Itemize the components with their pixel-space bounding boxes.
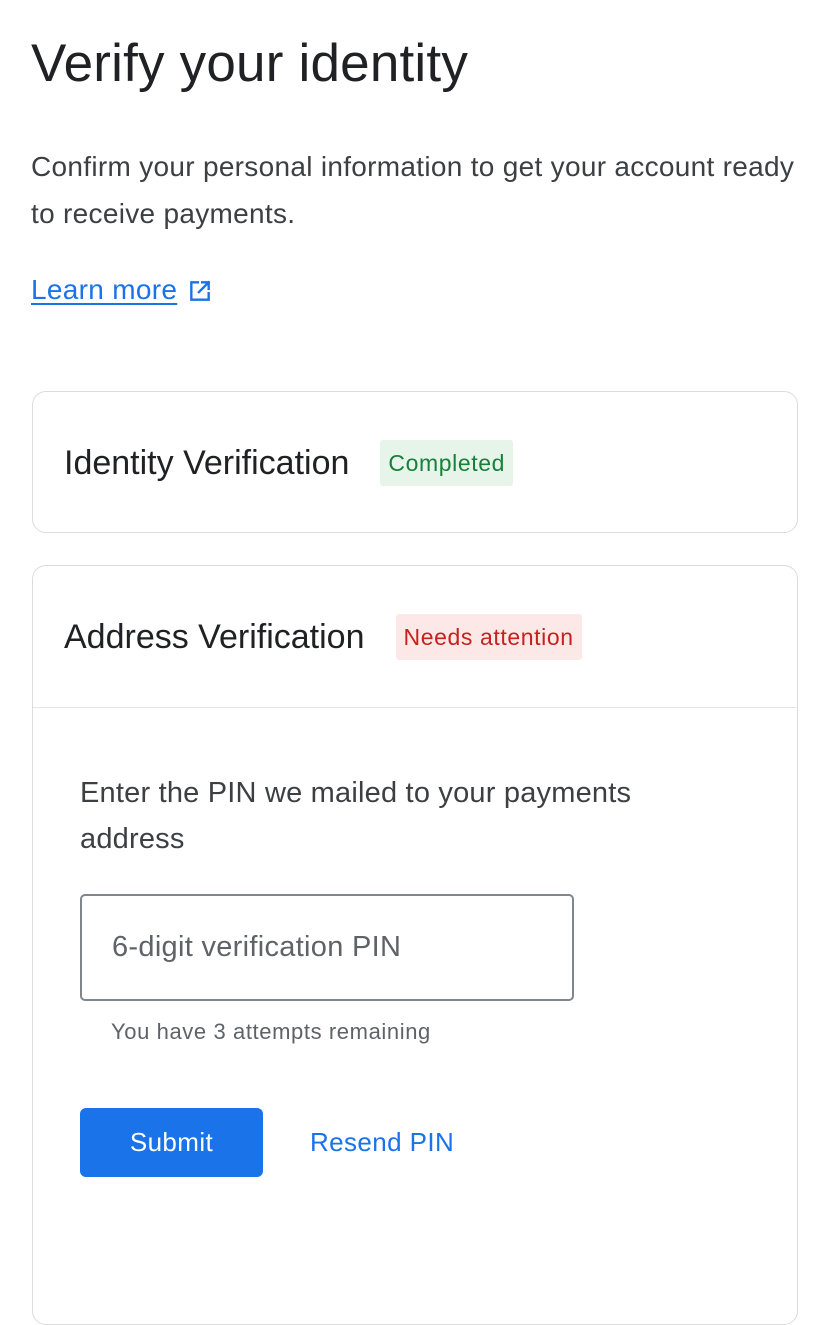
attempts-remaining-text: You have 3 attempts remaining [111, 1019, 431, 1044]
page-subtitle: Confirm your personal information to get… [31, 151, 795, 229]
address-verification-card: Address Verification Needs attention Ent… [32, 565, 798, 1325]
resend-pin-button[interactable]: Resend PIN [310, 1108, 454, 1177]
submit-button[interactable]: Submit [80, 1108, 263, 1177]
learn-more-link[interactable]: Learn more [31, 268, 213, 312]
external-link-icon [187, 278, 213, 304]
learn-more-label: Learn more [31, 274, 178, 305]
identity-status-badge: Completed [380, 440, 514, 486]
identity-verification-header: Identity Verification Completed [33, 392, 797, 534]
address-verification-header: Address Verification Needs attention [33, 566, 797, 708]
page-title: Verify your identity [31, 34, 469, 93]
identity-verification-card: Identity Verification Completed [32, 391, 798, 533]
pin-input[interactable] [80, 894, 574, 1001]
verify-identity-page: Verify your identity Confirm your person… [0, 0, 831, 1325]
address-verification-title: Address Verification [64, 617, 365, 656]
pin-prompt: Enter the PIN we mailed to your payments… [80, 777, 632, 855]
address-status-badge: Needs attention [395, 613, 582, 660]
identity-verification-title: Identity Verification [64, 444, 350, 482]
pin-actions: Submit Resend PIN [80, 1108, 454, 1177]
